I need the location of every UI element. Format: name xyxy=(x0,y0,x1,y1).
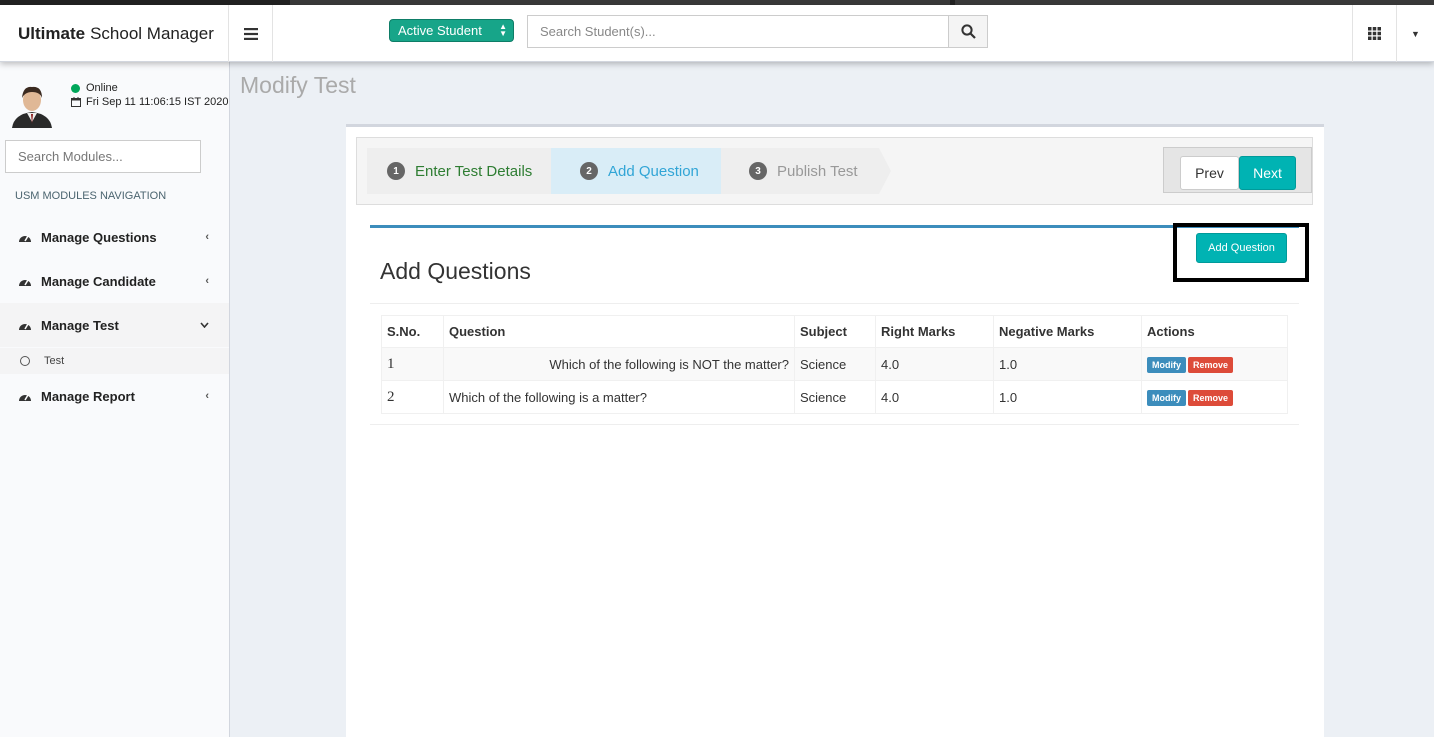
chevron-down-icon xyxy=(200,319,209,331)
add-question-button[interactable]: Add Question xyxy=(1196,233,1287,263)
cell-question: Which of the following is a matter? xyxy=(443,380,795,414)
avatar xyxy=(10,80,54,128)
step-label: Add Question xyxy=(608,162,699,180)
dashboard-icon xyxy=(18,275,32,287)
menu-toggle-icon[interactable] xyxy=(229,5,273,62)
logo-rest: School Manager xyxy=(90,23,214,43)
dashboard-icon xyxy=(18,231,32,243)
sidebar-item-label: Manage Candidate xyxy=(41,273,156,289)
search-icon[interactable] xyxy=(948,15,988,48)
circle-icon xyxy=(20,356,30,366)
online-label: Online xyxy=(86,82,118,94)
nav-header: USM MODULES NAVIGATION xyxy=(15,190,167,202)
sidebar-item-label: Manage Report xyxy=(41,388,135,404)
col-actions: Actions xyxy=(1141,315,1288,348)
sidebar-item-manage-candidate[interactable]: Manage Candidate ‹ xyxy=(0,259,229,303)
sidebar-item-manage-report[interactable]: Manage Report ‹ xyxy=(0,374,229,418)
page-title: Modify Test xyxy=(240,72,356,98)
current-datetime: Fri Sep 11 11:06:15 IST 2020 xyxy=(71,96,228,108)
apps-grid-icon[interactable] xyxy=(1352,5,1397,62)
prev-button[interactable]: Prev xyxy=(1180,156,1239,190)
dashboard-icon xyxy=(18,390,32,402)
wizard-step-add-question[interactable]: 2 Add Question xyxy=(551,148,721,194)
student-search-input[interactable]: Search Student(s)... xyxy=(527,15,949,48)
cell-sno: 1 xyxy=(381,347,444,381)
sidebar-subitem-label: Test xyxy=(44,355,65,367)
step-label: Publish Test xyxy=(777,162,858,180)
online-status: Online xyxy=(71,82,118,94)
sidebar-item-manage-test[interactable]: Manage Test xyxy=(0,303,229,347)
chevron-left-icon: ‹ xyxy=(205,231,209,243)
cell-question: Which of the following is NOT the matter… xyxy=(443,347,795,381)
logo-bold: Ultimate xyxy=(18,23,86,43)
app-logo[interactable]: Ultimate School Manager xyxy=(0,5,229,62)
user-menu-caret-icon[interactable]: ▼ xyxy=(1397,5,1434,62)
status-select-value: Active Student xyxy=(398,23,482,38)
step-number: 2 xyxy=(580,162,598,180)
modify-button[interactable]: Modify xyxy=(1147,356,1186,373)
step-arrow xyxy=(879,148,891,194)
questions-title: Add Questions xyxy=(380,258,531,284)
module-search-input[interactable]: Search Modules... xyxy=(5,140,201,173)
next-button[interactable]: Next xyxy=(1239,156,1296,190)
modify-button[interactable]: Modify xyxy=(1147,389,1186,406)
chevron-left-icon: ‹ xyxy=(205,390,209,402)
wizard-step-enter-details[interactable]: 1 Enter Test Details xyxy=(367,148,551,194)
sidebar-subitem-test[interactable]: Test xyxy=(0,348,229,374)
sidebar-item-label: Manage Test xyxy=(41,317,119,333)
sidebar-item-label: Manage Questions xyxy=(41,229,157,245)
step-label: Enter Test Details xyxy=(415,162,533,180)
sidebar-item-manage-questions[interactable]: Manage Questions ‹ xyxy=(0,215,229,259)
cell-negative-marks: 1.0 xyxy=(993,347,1142,381)
remove-button[interactable]: Remove xyxy=(1188,389,1234,406)
questions-table: S.No. Question Subject Right Marks Negat… xyxy=(381,315,1288,414)
student-status-select[interactable]: Active Student ▲ ▼ xyxy=(389,19,514,42)
table-row: 1 Which of the following is NOT the matt… xyxy=(381,347,1288,381)
col-question: Question xyxy=(443,315,795,348)
col-subject: Subject xyxy=(794,315,876,348)
table-row: 2 Which of the following is a matter? Sc… xyxy=(381,380,1288,414)
dashboard-icon xyxy=(18,319,32,331)
cell-subject: Science xyxy=(794,380,876,414)
wizard-step-publish-test[interactable]: 3 Publish Test xyxy=(721,148,879,194)
datetime-text: Fri Sep 11 11:06:15 IST 2020 xyxy=(86,96,229,108)
top-header: Ultimate School Manager Active Student ▲… xyxy=(0,5,1434,62)
step-number: 3 xyxy=(749,162,767,180)
content-box xyxy=(346,124,1324,737)
remove-button[interactable]: Remove xyxy=(1188,356,1234,373)
calendar-icon xyxy=(71,97,81,107)
divider xyxy=(370,303,1299,304)
cell-actions: Modify Remove xyxy=(1141,347,1288,381)
chevron-left-icon: ‹ xyxy=(205,275,209,287)
cell-negative-marks: 1.0 xyxy=(993,380,1142,414)
sidebar: Online Fri Sep 11 11:06:15 IST 2020 Sear… xyxy=(0,62,230,737)
online-dot-icon xyxy=(71,83,80,93)
col-right-marks: Right Marks xyxy=(875,315,994,348)
cell-actions: Modify Remove xyxy=(1141,380,1288,414)
cell-right-marks: 4.0 xyxy=(875,347,994,381)
cell-subject: Science xyxy=(794,347,876,381)
select-arrows-icon: ▲ ▼ xyxy=(499,22,507,38)
cell-right-marks: 4.0 xyxy=(875,380,994,414)
cell-sno: 2 xyxy=(381,380,444,414)
col-sno: S.No. xyxy=(381,315,444,348)
col-negative-marks: Negative Marks xyxy=(993,315,1142,348)
step-number: 1 xyxy=(387,162,405,180)
table-header-row: S.No. Question Subject Right Marks Negat… xyxy=(381,315,1288,348)
